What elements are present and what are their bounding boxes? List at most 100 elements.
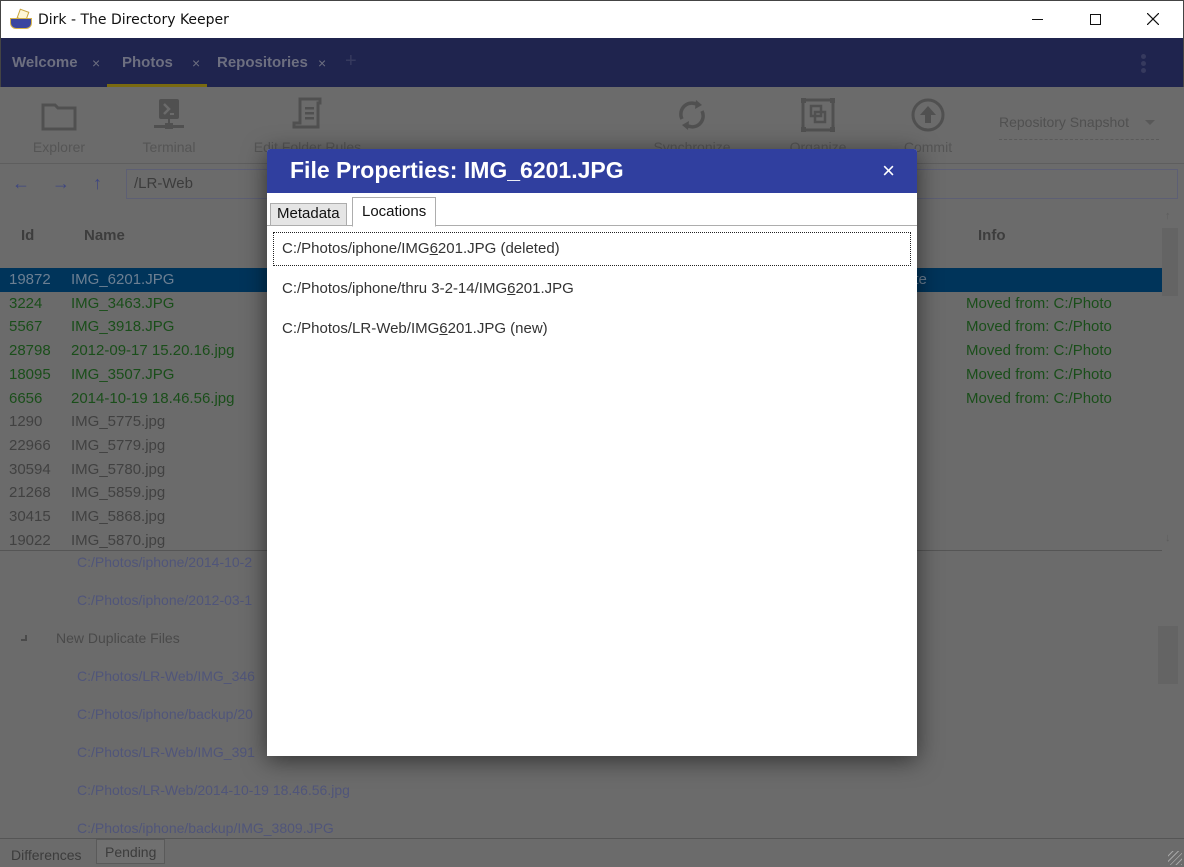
cell-name: IMG_6201.JPG <box>71 271 175 288</box>
cell-id: 22966 <box>9 436 51 454</box>
cell-info: Moved from: C:/Photo <box>966 365 1112 383</box>
explorer-button[interactable]: Explorer <box>24 87 94 164</box>
cell-name: IMG_5780.jpg <box>71 460 166 478</box>
tree-path-item[interactable]: C:/Photos/LR-Web/2014-10-19 18.46.56.jpg <box>77 782 350 798</box>
tree-path-item[interactable]: C:/Photos/iphone/2012-03-1 <box>77 592 252 608</box>
cell-info: Moved from: C:/Photo <box>966 342 1112 360</box>
terminal-button[interactable]: Terminal <box>134 87 204 164</box>
cell-id: 30594 <box>9 460 51 478</box>
locations-list: C:/Photos/iphone/IMG6201.JPG (deleted) C:… <box>273 232 911 352</box>
dialog-title: File Properties: IMG_6201.JPG <box>290 157 624 183</box>
scrollbar-thumb[interactable] <box>1158 626 1178 684</box>
tab-photos[interactable]: Photos × <box>107 38 207 87</box>
tab-close-icon[interactable]: × <box>318 55 326 71</box>
repository-snapshot-dropdown[interactable]: Repository Snapshot <box>999 114 1159 140</box>
tree-group-label[interactable]: New Duplicate Files <box>56 630 180 646</box>
sync-icon <box>674 97 710 133</box>
terminal-label: Terminal <box>142 139 196 155</box>
cell-info: Moved from: C:/Photo <box>966 294 1112 312</box>
location-text: 201.JPG (new) <box>447 320 548 337</box>
cell-id: 19022 <box>9 531 51 549</box>
add-tab-button[interactable]: + <box>345 50 357 73</box>
column-header-info[interactable]: Info <box>978 227 1006 244</box>
cell-id: 18095 <box>9 365 51 383</box>
tree-path-item[interactable]: C:/Photos/iphone/backup/20 <box>77 706 253 722</box>
location-text: 201.JPG (deleted) <box>437 240 560 257</box>
maximize-button[interactable] <box>1066 0 1124 38</box>
cell-name: IMG_5870.jpg <box>71 531 166 549</box>
dialog-header: File Properties: IMG_6201.JPG × <box>267 149 917 193</box>
organize-icon <box>800 97 836 133</box>
scroll-document-icon <box>290 97 326 133</box>
bottom-tab-bar: Differences Pending <box>0 838 1184 867</box>
scroll-up-icon[interactable]: ↑ <box>1165 210 1171 222</box>
location-item[interactable]: C:/Photos/LR-Web/IMG6201.JPG (new) <box>273 312 911 346</box>
cell-id: 6656 <box>9 389 43 407</box>
folder-icon <box>41 97 77 133</box>
scrollbar-thumb[interactable] <box>1162 228 1178 296</box>
tab-pending[interactable]: Pending <box>96 839 166 864</box>
terminal-icon <box>151 97 187 133</box>
tree-path-item[interactable]: C:/Photos/LR-Web/IMG_391 <box>77 744 255 760</box>
location-text: C:/Photos/iphone/IMG <box>282 240 430 257</box>
scroll-down-icon[interactable]: ↓ <box>1165 532 1171 544</box>
dialog-tabs: Metadata Locations <box>267 193 917 227</box>
resize-grip-icon[interactable] <box>1168 851 1182 865</box>
cell-name: IMG_5859.jpg <box>71 484 166 502</box>
forward-arrow-icon[interactable]: → <box>52 173 70 194</box>
location-item[interactable]: C:/Photos/iphone/thru 3-2-14/IMG6201.JPG <box>273 272 911 306</box>
tab-label: Photos <box>122 54 173 71</box>
location-text: C:/Photos/LR-Web/IMG <box>282 320 440 337</box>
cell-name: IMG_3918.JPG <box>71 318 175 336</box>
minimize-button[interactable] <box>1008 0 1066 38</box>
tab-welcome[interactable]: Welcome × <box>12 38 112 87</box>
cell-id: 19872 <box>9 271 51 288</box>
location-text: 201.JPG <box>515 280 574 297</box>
cell-name: IMG_5775.jpg <box>71 413 166 431</box>
up-arrow-icon[interactable]: ↑ <box>93 173 102 194</box>
tab-metadata[interactable]: Metadata <box>270 203 347 225</box>
tree-scrollbar[interactable] <box>1158 560 1178 838</box>
cell-id: 28798 <box>9 342 51 360</box>
location-text: 6 <box>439 320 448 337</box>
table-scrollbar[interactable]: ↑ ↓ <box>1162 210 1178 550</box>
column-header-id[interactable]: Id <box>21 227 34 244</box>
tab-label: Welcome <box>12 54 78 71</box>
cell-name: IMG_3463.JPG <box>71 294 175 312</box>
dialog-close-button[interactable]: × <box>882 158 895 184</box>
tab-differences[interactable]: Differences <box>3 843 90 867</box>
window-close-button[interactable] <box>1124 0 1182 38</box>
window-title: Dirk - The Directory Keeper <box>38 11 229 28</box>
file-properties-dialog: File Properties: IMG_6201.JPG × Metadata… <box>267 149 917 756</box>
document-tab-bar: Welcome × Photos × Repositories × + <box>0 38 1184 87</box>
cell-id: 5567 <box>9 318 43 336</box>
cell-name: IMG_5868.jpg <box>71 508 166 525</box>
cell-info: Moved from: C:/Photo <box>966 389 1112 407</box>
tree-expand-icon[interactable] <box>21 635 27 641</box>
tab-close-icon[interactable]: × <box>192 55 200 71</box>
cell-name: IMG_3507.JPG <box>71 365 175 383</box>
cell-name: IMG_5779.jpg <box>71 436 166 454</box>
tab-label: Repositories <box>217 54 308 71</box>
cell-id: 30415 <box>9 508 51 525</box>
cell-info: Moved from: C:/Photo <box>966 318 1112 336</box>
close-icon <box>1147 13 1159 25</box>
app-logo-icon <box>10 8 32 30</box>
tab-locations[interactable]: Locations <box>352 197 437 227</box>
cell-id: 21268 <box>9 484 51 502</box>
back-arrow-icon[interactable]: ← <box>12 173 30 194</box>
location-item[interactable]: C:/Photos/iphone/IMG6201.JPG (deleted) <box>273 232 911 266</box>
window-titlebar: Dirk - The Directory Keeper <box>0 0 1184 38</box>
tree-path-item[interactable]: C:/Photos/iphone/2014-10-2 <box>77 554 252 570</box>
tree-path-item[interactable]: C:/Photos/LR-Web/IMG_346 <box>77 668 255 684</box>
more-menu-icon[interactable] <box>1141 52 1149 75</box>
location-text: 6 <box>429 240 438 257</box>
cell-id: 3224 <box>9 294 43 312</box>
column-header-name[interactable]: Name <box>84 227 125 244</box>
tab-repositories[interactable]: Repositories × <box>217 38 337 87</box>
maximize-icon <box>1089 13 1101 25</box>
tree-path-item[interactable]: C:/Photos/iphone/backup/IMG_3809.JPG <box>77 820 334 836</box>
tab-close-icon[interactable]: × <box>92 55 100 71</box>
cell-name: 2012-09-17 15.20.16.jpg <box>71 342 235 360</box>
explorer-label: Explorer <box>32 139 86 155</box>
